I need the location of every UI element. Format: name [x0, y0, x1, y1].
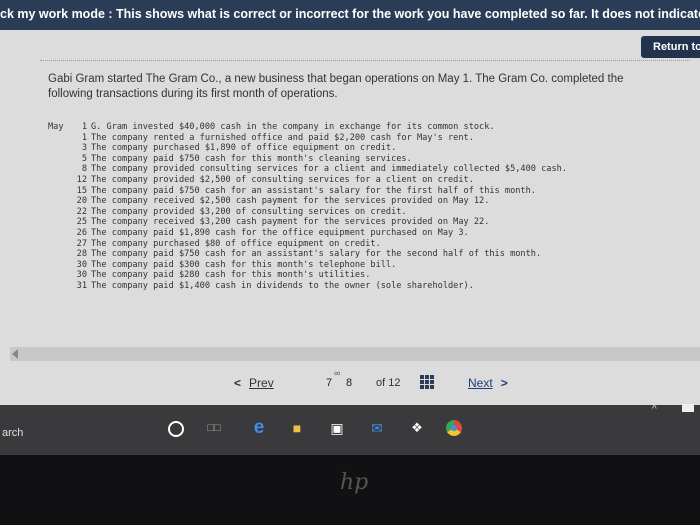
transaction-text: The company purchased $80 of office equi… [91, 238, 381, 249]
transaction-text: The company received $3,200 cash payment… [91, 217, 490, 228]
transaction-day: 1 [81, 122, 87, 132]
divider [40, 60, 690, 61]
cortana-icon[interactable] [168, 421, 184, 437]
transaction-text: The company paid $1,400 cash in dividend… [91, 280, 474, 291]
transaction-row: 28 The company paid $750 cash for an assi… [48, 249, 567, 260]
transaction-list: May 1 G. Gram invested $40,000 cash in the… [48, 122, 567, 292]
problem-intro: Gabi Gram started The Gram Co., a new bu… [48, 73, 624, 100]
store-icon[interactable]: ▣ [328, 419, 346, 437]
transaction-row: 30 The company paid $280 cash for this mo… [48, 270, 567, 281]
transaction-day: 28 [76, 249, 87, 260]
transaction-text: The company paid $750 cash for an assist… [91, 249, 542, 260]
transaction-text: The company provided $3,200 of consultin… [91, 206, 407, 217]
page-total: of 12 [376, 377, 401, 389]
transaction-text: The company paid $280 cash for this mont… [91, 270, 371, 281]
grid-icon[interactable] [420, 375, 434, 389]
transaction-day: 26 [76, 227, 87, 238]
transaction-row: 8 The company provided consulting service… [48, 164, 567, 175]
tray-chevron-icon[interactable]: ^ [652, 404, 657, 415]
prev-label: Prev [249, 376, 274, 390]
transaction-row: 30 The company paid $300 cash for this mo… [48, 260, 567, 271]
next-button[interactable]: Next > [468, 376, 508, 390]
edge-icon[interactable]: e [250, 418, 268, 437]
page-next-number[interactable]: 8 [346, 377, 352, 389]
next-label: Next [468, 376, 493, 390]
transaction-row: 22 The company provided $3,200 of consult… [48, 207, 567, 218]
transaction-day: 30 [76, 270, 87, 281]
transaction-row: 27 The company purchased $80 of office eq… [48, 239, 567, 250]
transaction-text: The company paid $300 cash for this mont… [91, 259, 397, 270]
transaction-row: 12 The company provided $2,500 of consult… [48, 175, 567, 186]
transaction-row: May 1 G. Gram invested $40,000 cash in the… [48, 122, 567, 133]
transaction-day: 22 [76, 206, 87, 217]
transaction-day: 31 [76, 280, 87, 291]
transaction-row: 3 The company purchased $1,890 of office … [48, 143, 567, 154]
transaction-text: G. Gram invested $40,000 cash in the com… [91, 122, 495, 132]
transaction-row: 5 The company paid $750 cash for this mon… [48, 154, 567, 165]
return-button[interactable]: Return to [641, 36, 700, 58]
transaction-text: The company provided $2,500 of consultin… [91, 174, 474, 185]
dropbox-icon[interactable]: ❖ [408, 419, 426, 437]
hp-logo: hp [340, 470, 369, 495]
transaction-row: 25 The company received $3,200 cash payme… [48, 217, 567, 228]
transaction-row: 15 The company paid $750 cash for an assi… [48, 186, 567, 197]
transaction-day: 5 [81, 153, 87, 164]
link-icon: ∞ [334, 368, 341, 378]
banner-message: ck my work mode : This shows what is cor… [0, 7, 700, 21]
transaction-text: The company paid $1,890 cash for the off… [91, 227, 469, 238]
mail-icon[interactable]: ✉ [368, 419, 386, 437]
chrome-icon[interactable] [446, 420, 462, 436]
transaction-text: The company purchased $1,890 of office e… [91, 143, 397, 154]
transaction-text: The company rented a furnished office an… [91, 132, 474, 143]
transaction-day: 30 [76, 259, 87, 270]
page-current[interactable]: 7 [326, 377, 332, 389]
prev-button[interactable]: < Prev [234, 376, 274, 390]
transaction-day: 12 [76, 174, 87, 185]
transaction-day: 8 [81, 164, 87, 175]
taskbar: arch □□ e ■ ▣ ✉ ❖ [0, 405, 700, 455]
check-my-work-banner: ck my work mode : This shows what is cor… [0, 0, 700, 30]
transaction-day: 25 [76, 217, 87, 228]
transaction-text: The company received $2,500 cash payment… [91, 196, 490, 207]
transaction-text: The company paid $750 cash for an assist… [91, 185, 536, 196]
scroll-left-icon[interactable] [12, 349, 18, 359]
transaction-month: May [48, 122, 64, 132]
task-view-icon[interactable]: □□ [205, 419, 223, 437]
horizontal-scrollbar[interactable] [10, 347, 700, 361]
taskbar-search[interactable]: arch [2, 427, 23, 439]
transaction-day: 27 [76, 238, 87, 249]
pagination: < Prev ∞ 7 8 of 12 Next > [0, 364, 700, 404]
transaction-day: 3 [81, 143, 87, 154]
transaction-row: 31 The company paid $1,400 cash in divide… [48, 281, 567, 292]
transaction-text: The company provided consulting services… [91, 164, 567, 175]
chevron-left-icon: < [234, 376, 242, 390]
transaction-row: 20 The company received $2,500 cash payme… [48, 196, 567, 207]
browser-viewport: ck my work mode : This shows what is cor… [0, 0, 700, 405]
chevron-right-icon: > [500, 376, 508, 390]
transaction-day: 15 [76, 185, 87, 196]
tray-icon[interactable] [682, 404, 694, 412]
transaction-text: The company paid $750 cash for this mont… [91, 153, 412, 164]
transaction-day: 1 [81, 132, 87, 143]
file-explorer-icon[interactable]: ■ [288, 419, 306, 437]
transaction-row: 1 The company rented a furnished office a… [48, 133, 567, 144]
transaction-row: 26 The company paid $1,890 cash for the o… [48, 228, 567, 239]
transaction-day: 20 [76, 196, 87, 207]
